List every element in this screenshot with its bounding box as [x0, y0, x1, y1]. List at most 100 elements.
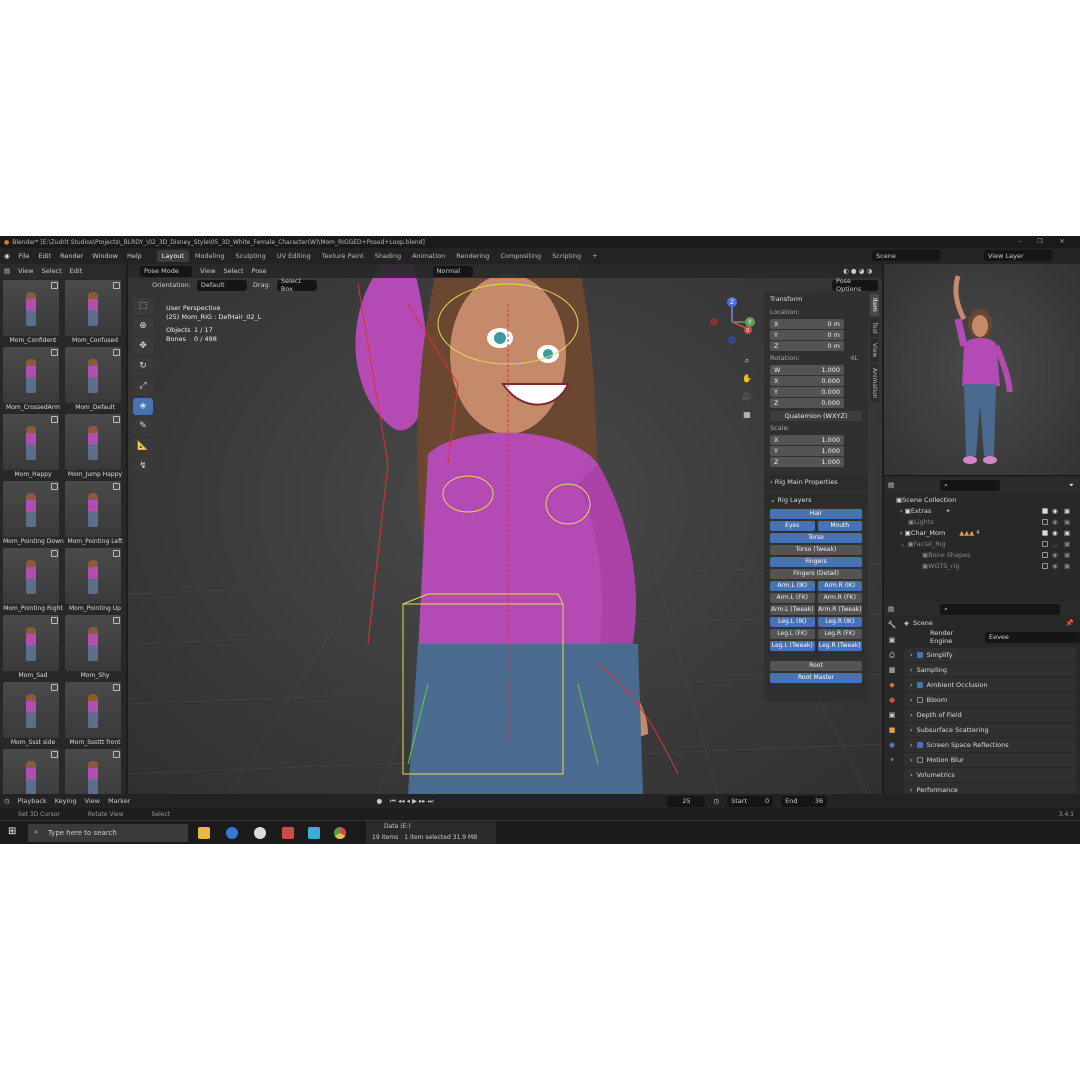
edge-browser-icon[interactable]	[226, 827, 238, 839]
render-preview[interactable]	[884, 264, 1080, 476]
tab-texture-paint[interactable]: Texture Paint	[317, 250, 369, 262]
menu-view[interactable]: View	[200, 267, 215, 275]
rotation-w-field[interactable]: W 1.000	[770, 365, 844, 375]
app-icon[interactable]	[282, 827, 294, 839]
outliner-item[interactable]: › ▣ Char_Mom ▲▲▲ 4 ◉ ▣	[884, 527, 1080, 538]
edit-icon[interactable]	[51, 282, 58, 289]
navigation-gizmo[interactable]: Z Y X	[710, 296, 760, 346]
pose-thumbnail[interactable]: Mom_Pointing Left	[65, 481, 123, 548]
camera-icon[interactable]: ▣	[1064, 518, 1070, 526]
menu-edit[interactable]: Edit	[39, 252, 52, 260]
edit-icon[interactable]	[113, 550, 120, 557]
layer-leg-r-tweak-button[interactable]: Leg.R (Tweak)	[817, 641, 862, 651]
menu-edit[interactable]: Edit	[70, 267, 83, 275]
camera-icon[interactable]: ▣	[1064, 540, 1070, 548]
tab-animation[interactable]: Animation	[870, 363, 879, 403]
editor-type-icon[interactable]: ◷	[4, 797, 10, 805]
transform-orientation-global[interactable]: Normal	[432, 265, 473, 277]
camera-icon[interactable]: ▣	[1064, 551, 1070, 559]
outliner-item[interactable]: ▣ Scene Collection	[884, 494, 1080, 505]
sampling-section[interactable]: › Sampling	[904, 663, 1076, 677]
menu-playback[interactable]: Playback	[18, 797, 47, 805]
scale-tool[interactable]: ⤢	[133, 378, 153, 395]
edit-icon[interactable]	[51, 416, 58, 423]
current-frame-field[interactable]: 25	[667, 795, 706, 807]
minimize-icon[interactable]: –	[1010, 236, 1030, 248]
edit-icon[interactable]	[51, 349, 58, 356]
eye-icon[interactable]: ◉	[1052, 507, 1058, 515]
layer-leg-l-fk-button[interactable]: Leg.L (FK)	[770, 629, 815, 639]
camera-icon[interactable]: ▣	[1064, 507, 1070, 515]
view-layer-tab-icon[interactable]: ▦	[886, 664, 898, 676]
layer-leg-r-fk-button[interactable]: Leg.R (FK)	[817, 629, 862, 639]
edit-icon[interactable]	[113, 483, 120, 490]
outliner-search-input[interactable]: ⌕	[940, 479, 1001, 491]
eye-icon[interactable]: ◉	[1052, 551, 1058, 559]
collection-tab-icon[interactable]: ▣	[886, 709, 898, 721]
bloom-section[interactable]: › Bloom	[904, 693, 1076, 707]
properties-search-input[interactable]: ⌕	[940, 603, 1061, 615]
layer-fingers-button[interactable]: Fingers	[770, 557, 862, 567]
blender-menu-icon[interactable]: ◉	[4, 252, 10, 260]
checkbox[interactable]	[1042, 562, 1048, 569]
outliner-item[interactable]: › ▣ Extras ✦ ◉ ▣	[884, 505, 1080, 516]
menu-marker[interactable]: Marker	[108, 797, 130, 805]
layer-root-master-button[interactable]: Root Master	[770, 673, 862, 683]
view-layer-selector[interactable]: View Layer	[984, 250, 1052, 261]
move-tool[interactable]: ✥	[133, 338, 153, 355]
menu-select[interactable]: Select	[223, 267, 243, 275]
render-engine-dropdown[interactable]: Eevee	[984, 631, 1080, 643]
editor-type-icon[interactable]: ▤	[4, 267, 10, 275]
layer-arm-r-ik-button[interactable]: Arm.R (IK)	[817, 581, 862, 591]
checkbox[interactable]	[1042, 529, 1048, 536]
select-box-tool[interactable]: ⬚	[133, 298, 153, 315]
layer-arm-r-fk-button[interactable]: Arm.R (FK)	[817, 593, 862, 603]
eye-icon[interactable]: ◉	[1052, 562, 1058, 570]
layer-torso-button[interactable]: Torso	[770, 533, 862, 543]
motion-blur-section[interactable]: › Motion Blur	[904, 753, 1076, 767]
pose-thumbnail[interactable]: Mom_Happy	[3, 414, 61, 481]
location-x-field[interactable]: X 0 m	[770, 319, 844, 329]
layer-arm-l-ik-button[interactable]: Arm.L (IK)	[770, 581, 815, 591]
layer-fingers-detail-button[interactable]: Fingers (Detail)	[770, 569, 862, 579]
tab-shading[interactable]: Shading	[370, 250, 406, 262]
outliner-item[interactable]: ▣ WGTS_rig ◉ ▣	[884, 560, 1080, 571]
browser-icon[interactable]	[254, 827, 266, 839]
file-explorer-icon[interactable]	[198, 827, 210, 839]
pose-thumbnail[interactable]: Mom_Pointing Up	[65, 548, 123, 615]
ambient-occlusion-section[interactable]: › Ambient Occlusion	[904, 678, 1076, 692]
pose-thumbnail[interactable]: Mom_Confident	[3, 280, 61, 347]
playback-controls-icon[interactable]: ⏮ ◂◂ ◂ ▶ ▸▸ ⏭	[390, 797, 433, 806]
tab-uv-editing[interactable]: UV Editing	[272, 250, 316, 262]
edit-icon[interactable]	[113, 416, 120, 423]
render-tab-icon[interactable]: ▣	[886, 634, 898, 646]
eye-icon[interactable]: ◉	[1052, 518, 1058, 526]
layer-leg-r-ik-button[interactable]: Leg.R (IK)	[817, 617, 862, 627]
tab-sculpting[interactable]: Sculpting	[230, 250, 270, 262]
menu-select[interactable]: Select	[42, 267, 62, 275]
scale-y-field[interactable]: Y 1.000	[770, 446, 844, 456]
edit-icon[interactable]	[51, 617, 58, 624]
layer-hair-button[interactable]: Hair	[770, 509, 862, 519]
outliner-item[interactable]: ▣ Bone Shapes ◉ ▣	[884, 549, 1080, 560]
app-icon[interactable]	[308, 827, 320, 839]
grid-icon[interactable]: ▦	[740, 408, 754, 422]
pose-thumbnail[interactable]: Mom_Pointing Right	[3, 548, 63, 615]
zoom-icon[interactable]: ⌕	[740, 354, 754, 368]
tab-compositing[interactable]: Compositing	[495, 250, 546, 262]
pose-thumbnail[interactable]: Mom_Sad	[3, 615, 61, 682]
edit-icon[interactable]	[113, 282, 120, 289]
pose-options-button[interactable]: Pose Options	[832, 277, 878, 293]
pose-thumbnail[interactable]: Mom_CrossedArm	[3, 347, 61, 414]
menu-help[interactable]: Help	[127, 252, 142, 260]
measure-tool[interactable]: 📐	[133, 438, 153, 455]
checkbox[interactable]	[916, 682, 923, 688]
world-tab-icon[interactable]: ●	[886, 694, 898, 706]
taskbar-search-input[interactable]: ⌕ Type here to search	[28, 824, 188, 842]
menu-file[interactable]: File	[19, 252, 30, 260]
end-frame-field[interactable]: End 36	[781, 795, 828, 807]
edit-icon[interactable]	[51, 751, 58, 758]
menu-render[interactable]: Render	[60, 252, 83, 260]
object-tab-icon[interactable]: ■	[886, 724, 898, 736]
filter-icon[interactable]: ⏷	[1069, 481, 1074, 490]
